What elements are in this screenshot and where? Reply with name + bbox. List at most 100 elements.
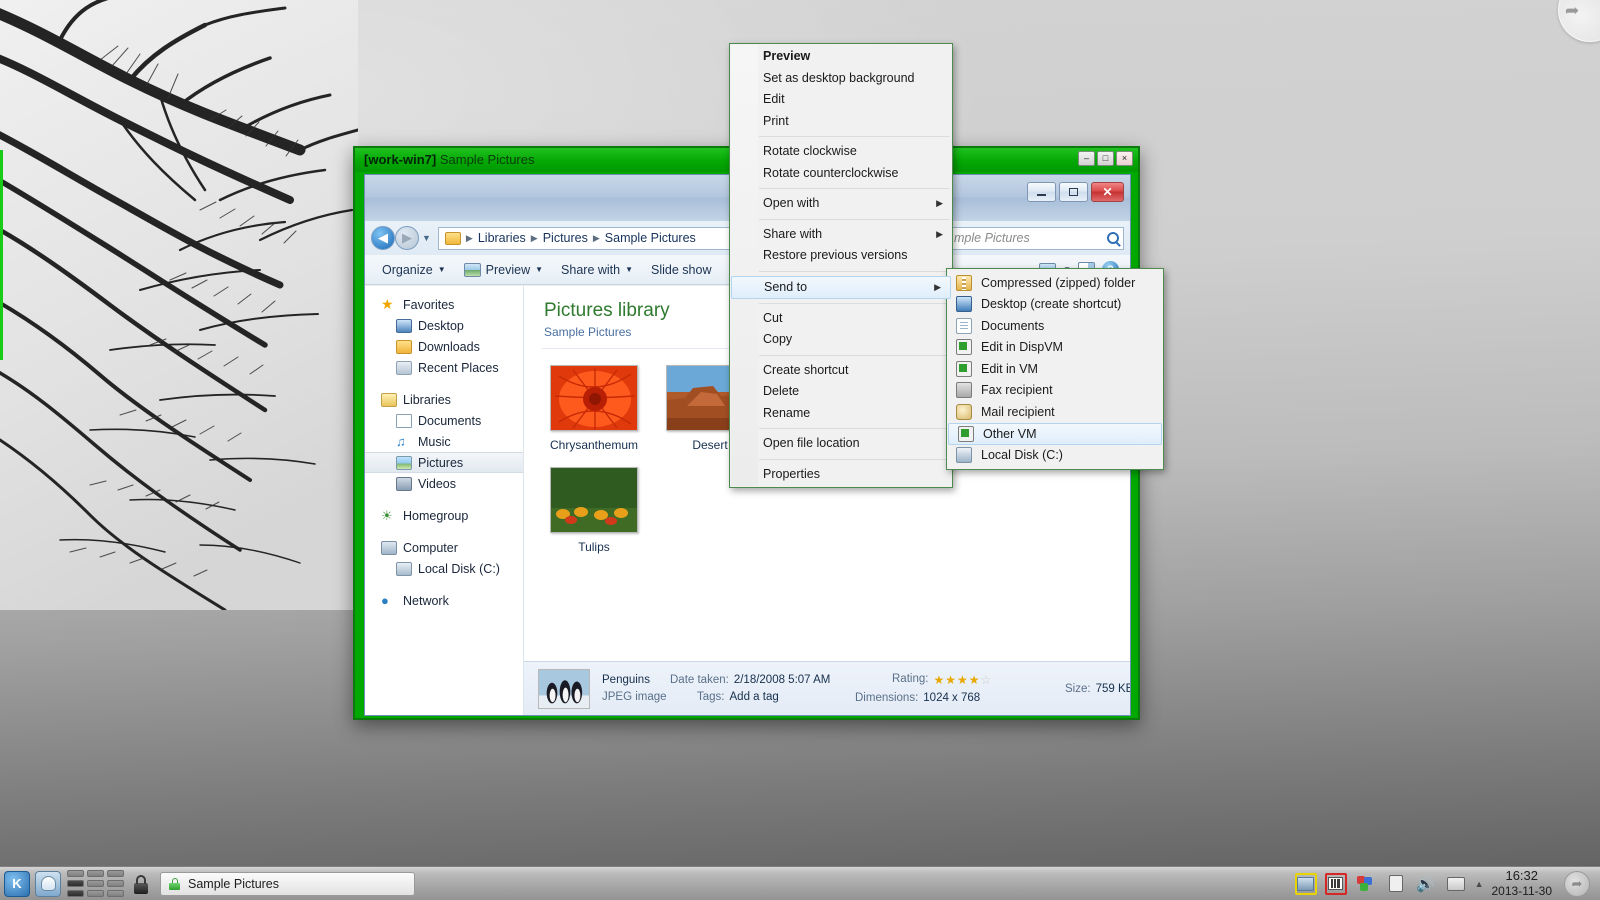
sidebar-item-recent-places[interactable]: Recent Places (365, 357, 523, 378)
taskbar-window-button[interactable]: Sample Pictures (160, 872, 415, 896)
forward-button[interactable]: ▶ (395, 226, 419, 250)
pager-desktop-5[interactable] (87, 880, 104, 887)
sidebar-item-pictures[interactable]: Pictures (365, 452, 523, 473)
explorer-maximize-button[interactable] (1059, 182, 1088, 202)
breadcrumb-item-pictures[interactable]: Pictures (543, 231, 588, 245)
breadcrumb-item-sample-pictures[interactable]: Sample Pictures (605, 231, 696, 245)
rating-stars[interactable]: ★ ★ ★ ★ ☆ (933, 673, 991, 687)
send-to-submenu[interactable]: Compressed (zipped) folder Desktop (crea… (946, 268, 1164, 470)
details-tags-value[interactable]: Add a tag (730, 691, 779, 703)
toolbar-organize-button[interactable]: Organize ▼ (373, 260, 455, 280)
pager-desktop-4[interactable] (67, 880, 84, 887)
vm-close-button[interactable]: × (1116, 151, 1133, 166)
context-menu[interactable]: Preview Set as desktop background Edit P… (729, 43, 953, 488)
menu-item-rotate-clockwise[interactable]: Rotate clockwise (730, 141, 952, 163)
menu-item-print[interactable]: Print (730, 111, 952, 133)
pager-desktop-2[interactable] (87, 870, 104, 877)
breadcrumb-separator-icon[interactable]: ▶ (531, 233, 538, 244)
lock-screen-icon[interactable] (132, 874, 150, 894)
sidebar-item-documents[interactable]: Documents (365, 410, 523, 431)
virtual-desktop-pager[interactable] (67, 870, 124, 897)
star-icon[interactable]: ★ (933, 673, 944, 687)
pager-desktop-6[interactable] (107, 880, 124, 887)
submenu-item-fax-recipient[interactable]: Fax recipient (947, 380, 1163, 402)
star-icon[interactable]: ★ (945, 673, 956, 687)
sidebar-item-desktop[interactable]: Desktop (365, 315, 523, 336)
clipboard-icon[interactable] (1385, 873, 1407, 895)
menu-item-share-with[interactable]: Share with ▶ (730, 224, 952, 246)
submenu-item-local-disk-c[interactable]: Local Disk (C:) (947, 445, 1163, 467)
explorer-window-controls[interactable]: ✕ (1027, 182, 1124, 202)
plasma-toolbox-icon[interactable]: ➦ (1558, 0, 1600, 42)
menu-item-restore-previous-versions[interactable]: Restore previous versions (730, 245, 952, 267)
submenu-item-edit-in-vm[interactable]: Edit in VM (947, 358, 1163, 380)
toolbar-share-with-button[interactable]: Share with ▼ (552, 260, 642, 280)
star-icon[interactable]: ★ (969, 673, 980, 687)
breadcrumb-separator-icon[interactable]: ▶ (466, 233, 473, 244)
menu-item-preview[interactable]: Preview (730, 46, 952, 68)
taskbar[interactable]: K (0, 866, 1600, 900)
clock[interactable]: 16:32 2013-11-30 (1492, 868, 1557, 899)
system-monitor-icon[interactable] (1325, 873, 1347, 895)
menu-item-open-file-location[interactable]: Open file location (730, 433, 952, 455)
back-button[interactable]: ◀ (371, 226, 395, 250)
submenu-item-edit-in-dispvm[interactable]: Edit in DispVM (947, 337, 1163, 359)
toolbar-preview-button[interactable]: Preview ▼ (455, 260, 552, 280)
sidebar-item-computer[interactable]: Computer (365, 537, 523, 558)
show-hidden-icons-arrow-icon[interactable]: ▲ (1475, 879, 1484, 889)
menu-item-copy[interactable]: Copy (730, 329, 952, 351)
pager-desktop-9[interactable] (107, 890, 124, 897)
submenu-item-mail-recipient[interactable]: Mail recipient (947, 401, 1163, 423)
search-icon[interactable] (1107, 232, 1119, 244)
search-input[interactable]: mple Pictures (946, 227, 1124, 250)
system-tray[interactable]: 🔊 ▲ 16:32 2013-11-30 ➦ (1295, 868, 1596, 899)
vm-window-controls[interactable]: – □ × (1078, 151, 1133, 166)
pager-column[interactable] (107, 870, 124, 897)
plasma-toolbox-taskbar-icon[interactable]: ➦ (1564, 871, 1590, 897)
sidebar-item-libraries[interactable]: Libraries (365, 389, 523, 410)
vm-minimize-button[interactable]: – (1078, 151, 1095, 166)
navigation-pane[interactable]: ★ Favorites Desktop Downloads Recent Pla… (365, 286, 524, 715)
submenu-item-desktop-create-shortcut[interactable]: Desktop (create shortcut) (947, 294, 1163, 316)
sidebar-item-music[interactable]: ♫ Music (365, 431, 523, 452)
network-icon[interactable] (1295, 873, 1317, 895)
volume-icon[interactable]: 🔊 (1415, 873, 1437, 895)
sidebar-item-videos[interactable]: Videos (365, 473, 523, 494)
menu-item-set-as-desktop-background[interactable]: Set as desktop background (730, 68, 952, 90)
explorer-close-button[interactable]: ✕ (1091, 182, 1124, 202)
pager-desktop-1[interactable] (67, 870, 84, 877)
submenu-item-other-vm[interactable]: Other VM (948, 423, 1162, 445)
sidebar-item-favorites[interactable]: ★ Favorites (365, 294, 523, 315)
sidebar-item-network[interactable]: ● Network (365, 590, 523, 611)
pager-column[interactable] (87, 870, 104, 897)
pager-desktop-3[interactable] (107, 870, 124, 877)
star-icon[interactable]: ★ (957, 673, 968, 687)
submenu-item-compressed-zipped-folder[interactable]: Compressed (zipped) folder (947, 272, 1163, 294)
menu-item-rename[interactable]: Rename (730, 403, 952, 425)
sidebar-item-local-disk-c[interactable]: Local Disk (C:) (365, 558, 523, 579)
submenu-item-documents[interactable]: Documents (947, 315, 1163, 337)
pager-column[interactable] (67, 870, 84, 897)
list-item[interactable]: Tulips (542, 463, 646, 557)
desktop[interactable]: ➦ [work-win7] Sample Pictures – □ × ✕ ◀ (0, 0, 1600, 900)
file-manager-launcher-button[interactable] (35, 871, 61, 897)
menu-item-send-to[interactable]: Send to ▶ (731, 276, 951, 299)
menu-item-edit[interactable]: Edit (730, 89, 952, 111)
star-icon-empty[interactable]: ☆ (981, 673, 992, 687)
vm-maximize-button[interactable]: □ (1097, 151, 1114, 166)
sidebar-item-homegroup[interactable]: ☀ Homegroup (365, 505, 523, 526)
menu-item-delete[interactable]: Delete (730, 381, 952, 403)
qubes-icon[interactable] (1355, 873, 1377, 895)
toolbar-slide-show-button[interactable]: Slide show (642, 260, 720, 280)
start-menu-button[interactable]: K (4, 871, 30, 897)
menu-item-cut[interactable]: Cut (730, 308, 952, 330)
pager-desktop-8[interactable] (87, 890, 104, 897)
pager-desktop-7[interactable] (67, 890, 84, 897)
menu-item-properties[interactable]: Properties (730, 464, 952, 486)
display-icon[interactable] (1445, 873, 1467, 895)
breadcrumb-separator-icon[interactable]: ▶ (593, 233, 600, 244)
recent-locations-chevron-icon[interactable]: ▼ (422, 233, 431, 243)
breadcrumb-item-libraries[interactable]: Libraries (478, 231, 526, 245)
menu-item-create-shortcut[interactable]: Create shortcut (730, 360, 952, 382)
menu-item-rotate-counterclockwise[interactable]: Rotate counterclockwise (730, 163, 952, 185)
